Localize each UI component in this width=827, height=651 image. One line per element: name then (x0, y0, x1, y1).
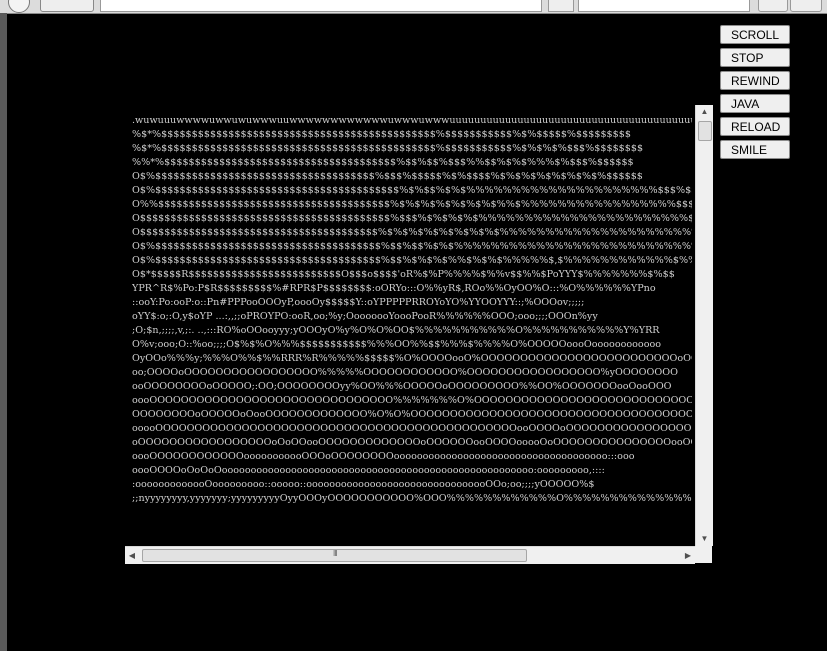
rewind-button[interactable]: REWIND (720, 71, 790, 90)
scroll-right-arrow-icon[interactable]: ▶ (681, 547, 695, 564)
control-panel: SCROLL STOP REWIND JAVA RELOAD SMILE (720, 25, 792, 163)
ascii-line: O$%$$$$$$$$$$$$$$$$$$$$$$$$$$$$$$$$$$$$$… (132, 241, 692, 252)
ascii-line: oOOOOOOOOOOOOOOOOOoOoOOooOOOOOOOOOOOOOoO… (132, 437, 692, 448)
scroll-left-arrow-icon[interactable]: ◀ (125, 547, 139, 564)
address-go-button[interactable] (548, 0, 574, 12)
ascii-line: O$%$$$$$$$$$$$$$$$$$$$$$$$$$$$$$$$$$$$$$… (132, 185, 692, 196)
vertical-scroll-thumb[interactable] (698, 121, 712, 141)
vertical-scrollbar[interactable]: ▲ ▼ (695, 105, 713, 546)
ascii-line: oYY$:o;:O,y$oYP ...:,,;;oPROYPO:ooR,oo;%… (132, 311, 598, 322)
ascii-line: ooOOOOOOOOoOOOOO;:OO;OOOOOOOOyy%OO%%%OOO… (132, 381, 672, 392)
ascii-line: oooOOOOOOOOOOOOooooooooooOOOoOOOOOOOOooo… (132, 451, 635, 462)
scroll-grip: III (333, 549, 338, 558)
forward-button[interactable] (40, 0, 94, 12)
back-button[interactable] (8, 0, 30, 13)
ascii-line: oooOOOOOOOOOOOOOOOOOOOOOOOOOOOOOOO%%%%%%… (132, 395, 692, 406)
ascii-art-pane[interactable]: .wuwuuuwwwwuwwuwuwwwuuwwwwwwwwwwwwuwwwuw… (125, 105, 712, 563)
ascii-line: O$%$$$$$$$$$$$$$$$$$$$$$$$$$$$$$$$$$$$$$… (132, 255, 692, 266)
ascii-line: ooooOOOOOOOOOOOOOOOOOOOOOOOOOOOOOOOOOOOO… (132, 423, 692, 434)
ascii-line: O$%$$$$$$$$$$$$$$$$$$$$$$$$$$$$$$$$$$$$%… (132, 171, 643, 182)
ascii-line: ;;nyyyyyyyy,yyyyyyy;yyyyyyyyyOyyOOOyOOOO… (132, 493, 692, 504)
toolbar-button[interactable] (790, 0, 822, 12)
horizontal-scrollbar[interactable]: ◀ III ▶ (125, 546, 695, 564)
reload-button[interactable]: RELOAD (720, 117, 790, 136)
ascii-line: O$*$$$$$R$$$$$$$$$$$$$$$$$$$$$$$$$O$$$o$… (132, 269, 675, 280)
ascii-line: ;O;$n,;;;;,v,;:. ..,:::RO%oOOooyyy;yOOOy… (132, 325, 660, 336)
ascii-line: ::ooY:Po:ooP:o::Pn#PPPooOOOyP,oooOy$$$$$… (132, 297, 585, 308)
ascii-line: oo;OOOOoOOOOOOOOOOOOOOOOO%%%%%OOOOOOOOOO… (132, 367, 678, 378)
scrollbar-corner (695, 546, 712, 563)
scroll-up-arrow-icon[interactable]: ▲ (696, 105, 713, 119)
smile-button[interactable]: SMILE (720, 140, 790, 159)
ascii-line: %$*%$$$$$$$$$$$$$$$$$$$$$$$$$$$$$$$$$$$$… (132, 143, 644, 154)
ascii-line: .wuwuuuwwwwuwwuwuwwwuuwwwwwwwwwwwwuwwwuw… (132, 115, 692, 126)
ascii-line: O$$$$$$$$$$$$$$$$$$$$$$$$$$$$$$$$$$$$$$$… (132, 213, 692, 224)
browser-toolbar (0, 0, 827, 14)
ascii-line: O$$$$$$$$$$$$$$$$$$$$$$$$$$$$$$$$$$$$$$$… (132, 227, 692, 238)
ascii-art-text: .wuwuuuwwwwuwwuwuwwwuuwwwwwwwwwwwwuwwwuw… (132, 114, 692, 545)
scroll-down-arrow-icon[interactable]: ▼ (696, 532, 713, 546)
ascii-line: OyOOo%%%y;%%%O%%$%%RRR%R%%%%%$$$$$%O%OOO… (132, 353, 692, 364)
window-left-edge (0, 13, 7, 651)
ascii-line: OOOOOOOOoOOOOOoOooOOOOOOOOOOOOO%O%O%OOOO… (132, 409, 692, 420)
scroll-button[interactable]: SCROLL (720, 25, 790, 44)
stop-button[interactable]: STOP (720, 48, 790, 67)
java-button[interactable]: JAVA (720, 94, 790, 113)
ascii-line: O%%$$$$$$$$$$$$$$$$$$$$$$$$$$$$$$$$$$$$$… (132, 199, 692, 210)
ascii-line: %$*%$$$$$$$$$$$$$$$$$$$$$$$$$$$$$$$$$$$$… (132, 129, 631, 140)
horizontal-scroll-thumb[interactable]: III (142, 549, 527, 562)
address-bar[interactable] (100, 0, 542, 12)
ascii-line: YPR^R$%Po:P$R$$$$$$$$$%#RPR$P$$$$$$$$:oO… (132, 283, 656, 294)
ascii-line: :ooooooooooooOooooooooo::ooooo::oooooooo… (132, 479, 595, 490)
ascii-line: %%*%$$$$$$$$$$$$$$$$$$$$$$$$$$$$$$$$$$$$… (132, 157, 634, 168)
toolbar-button[interactable] (758, 0, 788, 12)
search-box[interactable] (578, 0, 750, 12)
ascii-line: oooOOOOoOoOoOooooooooooooooooooooooooooo… (132, 465, 605, 476)
ascii-line: O%v;ooo;O::%oo;;;;O$%$%O%%%$$$$$$$$$$$%%… (132, 339, 662, 350)
